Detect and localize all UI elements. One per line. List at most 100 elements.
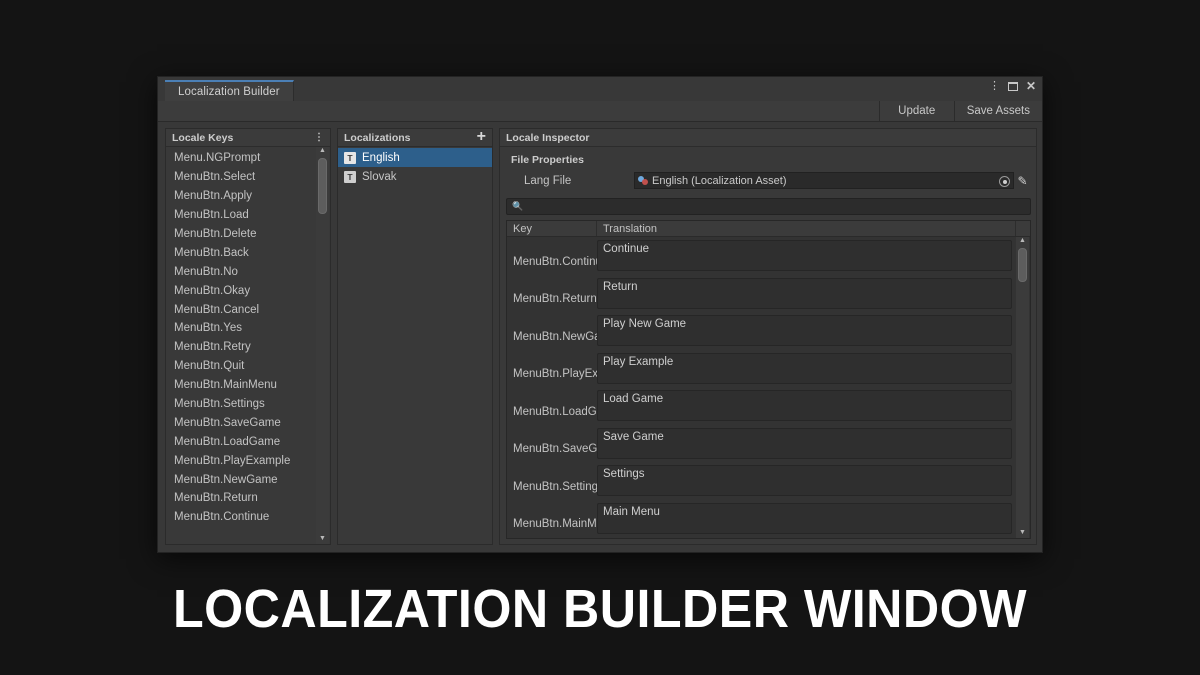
translation-row[interactable]: MenuBtn.Return Return [507, 275, 1030, 313]
text-asset-icon: T [344, 170, 356, 183]
localization-item-label: English [362, 151, 400, 164]
locale-key-item[interactable]: MenuBtn.MainMenu [166, 376, 330, 395]
locale-inspector-body: File Properties Lang File English (Local… [500, 147, 1036, 544]
translation-row-value-input[interactable]: Settings [597, 465, 1012, 496]
locale-key-item[interactable]: MenuBtn.Continue [166, 508, 330, 527]
column-header-spacer [1016, 221, 1030, 236]
locale-key-item[interactable]: MenuBtn.Retry [166, 338, 330, 357]
translation-row-key: MenuBtn.Continue [513, 255, 605, 268]
localization-item[interactable]: T English [338, 148, 492, 167]
add-localization-icon[interactable]: + [477, 128, 486, 145]
lang-file-label: Lang File [524, 174, 572, 187]
update-button[interactable]: Update [878, 101, 954, 121]
translation-row[interactable]: MenuBtn.Settings Settings [507, 462, 1030, 500]
lang-file-object-field[interactable]: English (Localization Asset) [634, 172, 1014, 189]
scroll-thumb[interactable] [1018, 248, 1027, 282]
localization-item-label: Slovak [362, 170, 397, 183]
localization-item[interactable]: T Slovak [338, 167, 492, 186]
window-toolbar: Update Save Assets [158, 101, 1042, 122]
translation-row-key: MenuBtn.NewGame [513, 330, 605, 343]
locale-key-item[interactable]: MenuBtn.Return [166, 489, 330, 508]
translation-row-value-input[interactable]: Return [597, 277, 1012, 309]
text-asset-icon: T [344, 151, 356, 164]
locale-key-item[interactable]: MenuBtn.Load [166, 206, 330, 225]
lang-file-value: English (Localization Asset) [652, 174, 787, 187]
save-assets-button[interactable]: Save Assets [953, 101, 1042, 121]
window-menu-icon[interactable]: ⋮ [989, 80, 1000, 92]
locale-key-item[interactable]: MenuBtn.Cancel [166, 300, 330, 319]
scroll-down-icon[interactable]: ▼ [319, 535, 326, 544]
window-controls: ⋮ ✕ [989, 80, 1036, 92]
locale-key-item[interactable]: MenuBtn.No [166, 262, 330, 281]
locale-key-item[interactable]: MenuBtn.PlayExample [166, 451, 330, 470]
translation-row[interactable]: MenuBtn.Continue Continue [507, 237, 1030, 275]
column-header-translation[interactable]: Translation [597, 221, 1016, 236]
translation-table-body[interactable]: MenuBtn.Continue Continue MenuBtn.Return Re… [507, 237, 1030, 538]
object-picker-icon[interactable] [999, 176, 1010, 187]
tab-localization-builder[interactable]: Localization Builder [165, 80, 294, 101]
translation-row-value-input[interactable]: Main Menu [597, 502, 1012, 534]
scroll-track[interactable] [1016, 246, 1029, 529]
locale-inspector-title: Locale Inspector [506, 131, 590, 144]
translation-row[interactable]: MenuBtn.MainMenuMain Menu [507, 500, 1030, 538]
translation-row-key: MenuBtn.LoadGame [513, 405, 605, 418]
translation-row-key: MenuBtn.Settings [513, 480, 604, 493]
locale-keys-scrollbar[interactable]: ▲ ▼ [316, 147, 329, 544]
localization-builder-window: Localization Builder ⋮ ✕ Update Save Ass… [157, 76, 1043, 553]
locale-key-item[interactable]: Menu.NGPrompt [166, 149, 330, 168]
locale-key-item[interactable]: MenuBtn.NewGame [166, 470, 330, 489]
translation-row-value-input[interactable]: Play New Game [597, 315, 1012, 346]
locale-keys-list[interactable]: Menu.NGPrompt MenuBtn.Select MenuBtn.Apply… [166, 147, 330, 544]
localizations-list[interactable]: T English T Slovak [338, 147, 492, 544]
translation-row[interactable]: MenuBtn.LoadGameLoad Game [507, 387, 1030, 425]
scroll-up-icon[interactable]: ▲ [319, 147, 326, 156]
translation-scrollbar[interactable]: ▲ ▼ [1016, 237, 1029, 538]
translation-row-value-input[interactable]: Play Example [597, 352, 1012, 384]
translation-row[interactable]: MenuBtn.NewGamePlay New Game [507, 312, 1030, 350]
locale-inspector-header: Locale Inspector [500, 129, 1036, 147]
window-tab-bar: Localization Builder ⋮ ✕ [158, 77, 1042, 101]
locale-keys-header: Locale Keys ⋮ [166, 129, 330, 147]
file-properties-title: File Properties [511, 154, 584, 166]
lang-file-row: Lang File English (Localization Asset) ✎ [506, 172, 1031, 189]
locale-key-item[interactable]: MenuBtn.SaveGame [166, 413, 330, 432]
close-icon[interactable]: ✕ [1026, 80, 1036, 92]
locale-key-item[interactable]: MenuBtn.Okay [166, 281, 330, 300]
locale-key-item[interactable]: MenuBtn.Yes [166, 319, 330, 338]
locale-key-item[interactable]: MenuBtn.Quit [166, 357, 330, 376]
locale-key-item[interactable]: MenuBtn.LoadGame [166, 432, 330, 451]
translation-row[interactable]: MenuBtn.SaveGameSave Game [507, 425, 1030, 463]
translation-row-key: MenuBtn.MainMenu [513, 518, 605, 530]
scroll-thumb[interactable] [318, 158, 327, 214]
tab-label: Localization Builder [178, 85, 280, 98]
panels-container: Locale Keys ⋮ Menu.NGPrompt MenuBtn.Selec… [158, 122, 1042, 552]
scroll-down-icon[interactable]: ▼ [1019, 529, 1026, 538]
locale-key-item[interactable]: MenuBtn.Apply [166, 187, 330, 206]
screenshot-root: Localization Builder ⋮ ✕ Update Save Ass… [0, 0, 1200, 675]
translation-row-value-input[interactable]: Load Game [597, 390, 1012, 421]
translation-table: Key Translation MenuBtn.Continue Continue… [506, 220, 1031, 539]
locale-key-item[interactable]: MenuBtn.Delete [166, 225, 330, 244]
localizations-panel: Localizations + T English T Slovak [337, 128, 493, 545]
locale-keys-title: Locale Keys [172, 131, 234, 144]
maximize-icon[interactable] [1007, 81, 1018, 91]
translation-row-value-input[interactable]: Continue [597, 240, 1012, 271]
column-header-key[interactable]: Key [507, 221, 597, 236]
edit-pencil-icon[interactable]: ✎ [1014, 174, 1031, 188]
scroll-up-icon[interactable]: ▲ [1019, 237, 1026, 246]
translation-row-value-input[interactable]: Save Game [597, 427, 1012, 459]
translation-row-key: MenuBtn.PlayExample [513, 368, 605, 380]
caption-title: LOCALIZATION BUILDER WINDOW [172, 579, 1028, 639]
localization-asset-icon [638, 175, 649, 186]
locale-key-item[interactable]: MenuBtn.Settings [166, 395, 330, 414]
translation-search-bar[interactable]: 🔍 [506, 198, 1031, 215]
locale-inspector-panel: Locale Inspector File Properties Lang Fi… [499, 128, 1037, 545]
locale-keys-menu-icon[interactable]: ⋮ [314, 132, 324, 143]
locale-key-item[interactable]: MenuBtn.Select [166, 168, 330, 187]
search-icon: 🔍 [512, 201, 524, 211]
locale-keys-panel: Locale Keys ⋮ Menu.NGPrompt MenuBtn.Selec… [165, 128, 331, 545]
scroll-track[interactable] [316, 156, 329, 535]
translation-row[interactable]: MenuBtn.PlayExamplePlay Example [507, 350, 1030, 388]
locale-key-item[interactable]: MenuBtn.Back [166, 243, 330, 262]
translation-row-key: MenuBtn.SaveGame [513, 443, 605, 455]
